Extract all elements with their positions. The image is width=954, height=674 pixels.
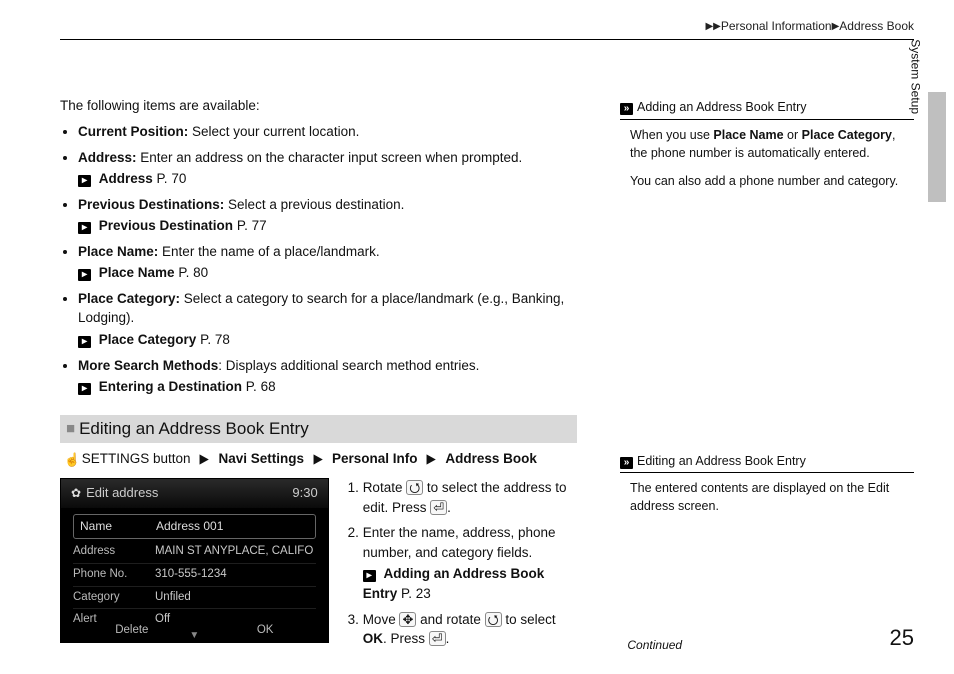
reference-link-icon: ▸ bbox=[78, 336, 91, 348]
cross-reference: ▸ Entering a Destination P. 68 bbox=[78, 377, 580, 397]
device-name-row: Name Address 001 bbox=[73, 514, 316, 539]
list-item: More Search Methods: Displays additional… bbox=[78, 356, 580, 397]
list-item: Current Position: Select your current lo… bbox=[78, 122, 580, 142]
device-address-row: Address MAIN ST ANYPLACE, CALIFO bbox=[73, 541, 316, 564]
cross-reference: ▸ Place Name P. 80 bbox=[78, 263, 580, 283]
rotate-dial-icon: ⭯ bbox=[406, 480, 423, 495]
press-enter-icon: ⏎ bbox=[430, 500, 447, 515]
device-clock: 9:30 bbox=[292, 484, 317, 503]
side-note-heading: »Editing an Address Book Entry bbox=[620, 452, 914, 470]
reference-link-icon: ▸ bbox=[78, 222, 91, 234]
step-2: Enter the name, address, phone number, a… bbox=[363, 523, 580, 603]
list-item: Place Name: Enter the name of a place/la… bbox=[78, 242, 580, 283]
page-number: 25 bbox=[890, 622, 914, 654]
step-1: Rotate ⭯ to select the address to edit. … bbox=[363, 478, 580, 517]
play-icon: ▶ bbox=[200, 449, 209, 469]
cross-reference: ▸ Previous Destination P. 77 bbox=[78, 216, 580, 236]
reference-link-icon: ▸ bbox=[363, 570, 376, 582]
navigation-path: ☝ SETTINGS button ▶ Navi Settings ▶ Pers… bbox=[64, 449, 580, 470]
reference-link-icon: ▸ bbox=[78, 175, 91, 187]
device-title: Edit address bbox=[86, 485, 158, 500]
note-link-icon: » bbox=[620, 103, 633, 115]
device-category-row: Category Unfiled bbox=[73, 587, 316, 610]
breadcrumb: ▶▶Personal Information▶Address Book bbox=[60, 18, 914, 35]
reference-link-icon: ▸ bbox=[78, 383, 91, 395]
side-note-heading: »Adding an Address Book Entry bbox=[620, 98, 914, 116]
chevron-right-icon: ▶▶ bbox=[705, 21, 720, 32]
section-tab-marker bbox=[928, 92, 946, 202]
cross-reference: ▸ Address P. 70 bbox=[78, 169, 580, 189]
note-link-icon: » bbox=[620, 457, 633, 469]
available-items-list: Current Position: Select your current lo… bbox=[60, 122, 580, 397]
list-item: Place Category: Select a category to sea… bbox=[78, 289, 580, 350]
play-icon: ▶ bbox=[427, 449, 436, 469]
side-note-body: The entered contents are displayed on th… bbox=[620, 472, 914, 515]
side-note-body: When you use Place Name or Place Categor… bbox=[620, 119, 914, 190]
device-screenshot: ✿ Edit address 9:30 Name Address 001 Addr… bbox=[60, 478, 329, 643]
cross-reference: ▸ Place Category P. 78 bbox=[78, 330, 580, 350]
list-item: Previous Destinations: Select a previous… bbox=[78, 195, 580, 236]
section-heading: ■Editing an Address Book Entry bbox=[60, 415, 577, 444]
gear-icon: ✿ bbox=[71, 486, 81, 500]
list-item: Address: Enter an address on the charact… bbox=[78, 148, 580, 189]
continued-label: Continued bbox=[627, 637, 682, 654]
square-bullet-icon: ■ bbox=[66, 420, 75, 437]
device-phone-row: Phone No. 310-555-1234 bbox=[73, 564, 316, 587]
intro-text: The following items are available: bbox=[60, 96, 580, 116]
reference-link-icon: ▸ bbox=[78, 269, 91, 281]
header-divider bbox=[60, 39, 914, 40]
settings-button-icon: ☝ bbox=[64, 451, 78, 470]
play-icon: ▶ bbox=[313, 449, 322, 469]
